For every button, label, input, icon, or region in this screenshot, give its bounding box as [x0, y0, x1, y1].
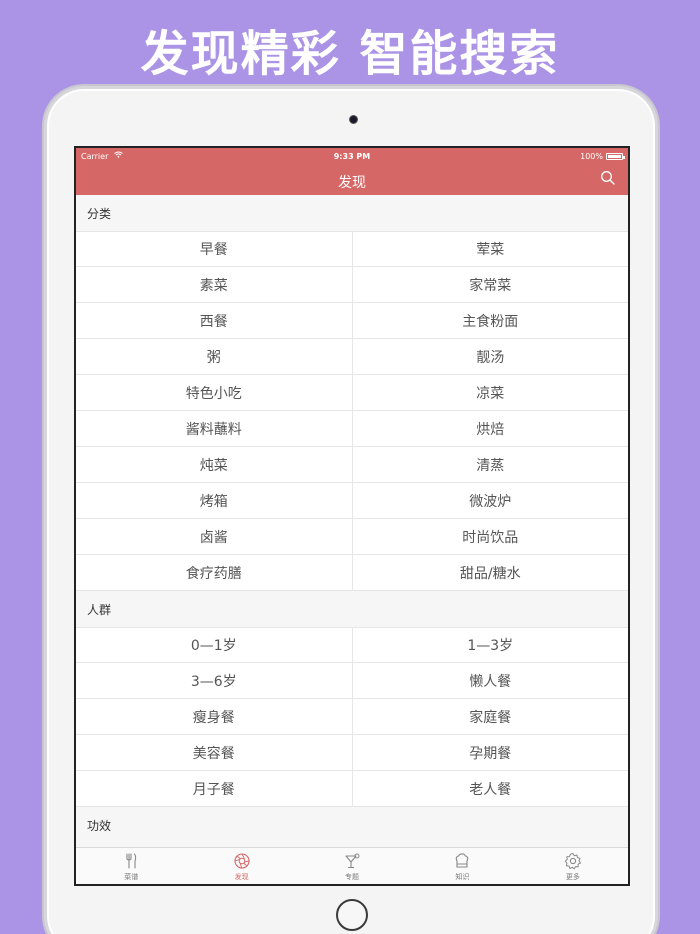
camera-icon [349, 115, 358, 124]
chef-hat-icon [456, 853, 469, 868]
grid-cell[interactable]: 孕期餐 [353, 735, 629, 770]
grid-cell[interactable]: 食疗药膳 [76, 555, 353, 590]
audience-grid: 0—1岁 1—3岁 3—6岁 懒人餐 瘦身餐 家庭餐 美容餐 孕期餐 月子餐 老人餐 [76, 627, 628, 807]
gear-icon [564, 853, 581, 870]
status-bar: Carrier 9:33 PM 100% [76, 148, 628, 164]
grid-row: 美容餐 孕期餐 [76, 735, 628, 771]
grid-row: 瘦身餐 家庭餐 [76, 699, 628, 735]
grid-cell[interactable]: 月子餐 [76, 771, 353, 806]
aperture-icon [234, 853, 250, 869]
grid-row: 西餐 主食粉面 [76, 303, 628, 339]
category-grid: 早餐 荤菜 素菜 家常菜 西餐 主食粉面 粥靓汤 特色小吃 凉菜 酱料蘸料 烘焙 炖菜 清蒸… [76, 231, 628, 591]
grid-cell[interactable]: 1—3岁 [353, 628, 629, 662]
grid-cell[interactable]: 烘焙 [353, 411, 629, 446]
battery-icon [606, 153, 625, 160]
page-title: 发现 [338, 175, 366, 191]
grid-row: 素菜 家常菜 [76, 267, 628, 303]
status-time: 9:33 PM [333, 152, 371, 161]
grid-cell[interactable]: 西餐 [76, 303, 353, 338]
grid-cell[interactable]: 微波炉 [353, 483, 629, 518]
grid-cell[interactable]: 卤酱 [76, 519, 353, 554]
grid-cell[interactable]: 粥 [76, 339, 353, 374]
tab-topics[interactable]: 专题 [297, 848, 407, 884]
grid-cell[interactable]: 家庭餐 [353, 699, 629, 734]
grid-cell[interactable]: 荤菜 [353, 232, 629, 266]
discover-list[interactable]: 分类 早餐 荤菜 素菜 家常菜 西餐 主食粉面 粥靓汤 特色小吃 凉菜 酱料蘸料 烘焙 炖… [76, 195, 628, 847]
tab-label: 菜谱 [124, 873, 139, 881]
promo-title: 发现精彩 智能搜索 [140, 26, 560, 82]
grid-cell[interactable]: 时尚饮品 [353, 519, 629, 554]
grid-cell[interactable]: 清蒸 [353, 447, 629, 482]
cocktail-icon [345, 853, 360, 869]
grid-row: 0—1岁 1—3岁 [76, 627, 628, 663]
tab-label: 发现 [234, 873, 249, 881]
grid-cell[interactable]: 素菜 [76, 267, 353, 302]
grid-cell[interactable]: 主食粉面 [353, 303, 629, 338]
grid-cell[interactable]: 靓汤 [353, 339, 629, 374]
tab-more[interactable]: 更多 [518, 848, 628, 884]
grid-cell[interactable]: 早餐 [76, 232, 353, 266]
grid-cell[interactable]: 瘦身餐 [76, 699, 353, 734]
grid-cell[interactable]: 炖菜 [76, 447, 353, 482]
tab-recipes[interactable]: 菜谱 [76, 848, 186, 884]
app-screen: Carrier 9:33 PM 100% 发现 分类 早餐 荤菜 素菜 家常菜 西餐… [74, 146, 630, 886]
tab-label: 专题 [345, 873, 360, 881]
battery-percent: 100% [580, 152, 603, 161]
section-effect: 功效 [76, 807, 628, 843]
ipad-device-frame: Carrier 9:33 PM 100% 发现 分类 早餐 荤菜 素菜 家常菜 西餐… [44, 86, 658, 934]
grid-row: 粥靓汤 [76, 339, 628, 375]
section-header: 功效 [76, 807, 628, 843]
grid-cell[interactable]: 3—6岁 [76, 663, 353, 698]
grid-row: 炖菜 清蒸 [76, 447, 628, 483]
tab-bar: 菜谱 发现 专题 知识 更多 [76, 847, 628, 884]
grid-row: 特色小吃 凉菜 [76, 375, 628, 411]
tab-discover[interactable]: 发现 [186, 848, 296, 884]
section-header: 人群 [76, 591, 628, 627]
grid-cell[interactable]: 甜品/糖水 [353, 555, 629, 590]
grid-cell[interactable]: 懒人餐 [353, 663, 629, 698]
grid-row: 卤酱 时尚饮品 [76, 519, 628, 555]
grid-cell[interactable]: 烤箱 [76, 483, 353, 518]
grid-cell[interactable]: 家常菜 [353, 267, 629, 302]
navigation-bar: Carrier 9:33 PM 100% 发现 [76, 148, 628, 195]
grid-row: 食疗药膳 甜品/糖水 [76, 555, 628, 591]
section-audience: 人群 0—1岁 1—3岁 3—6岁 懒人餐 瘦身餐 家庭餐 美容餐 孕期餐 月子餐 老人餐 [76, 591, 628, 807]
grid-row: 酱料蘸料 烘焙 [76, 411, 628, 447]
tab-label: 更多 [565, 873, 580, 881]
section-header: 分类 [76, 195, 628, 231]
grid-row: 早餐 荤菜 [76, 231, 628, 267]
grid-cell[interactable]: 特色小吃 [76, 375, 353, 410]
grid-row: 烤箱 微波炉 [76, 483, 628, 519]
tab-knowledge[interactable]: 知识 [407, 848, 517, 884]
section-category: 分类 早餐 荤菜 素菜 家常菜 西餐 主食粉面 粥靓汤 特色小吃 凉菜 酱料蘸料 烘焙 炖… [76, 195, 628, 591]
grid-cell[interactable]: 0—1岁 [76, 628, 353, 662]
tab-label: 知识 [455, 873, 470, 881]
grid-row: 3—6岁 懒人餐 [76, 663, 628, 699]
fork-knife-icon [126, 853, 137, 869]
home-button[interactable] [336, 899, 368, 931]
grid-cell[interactable]: 酱料蘸料 [76, 411, 353, 446]
grid-cell[interactable]: 美容餐 [76, 735, 353, 770]
search-icon[interactable] [600, 170, 616, 186]
grid-cell[interactable]: 老人餐 [353, 771, 629, 806]
grid-cell[interactable]: 凉菜 [353, 375, 629, 410]
grid-row: 月子餐 老人餐 [76, 771, 628, 807]
